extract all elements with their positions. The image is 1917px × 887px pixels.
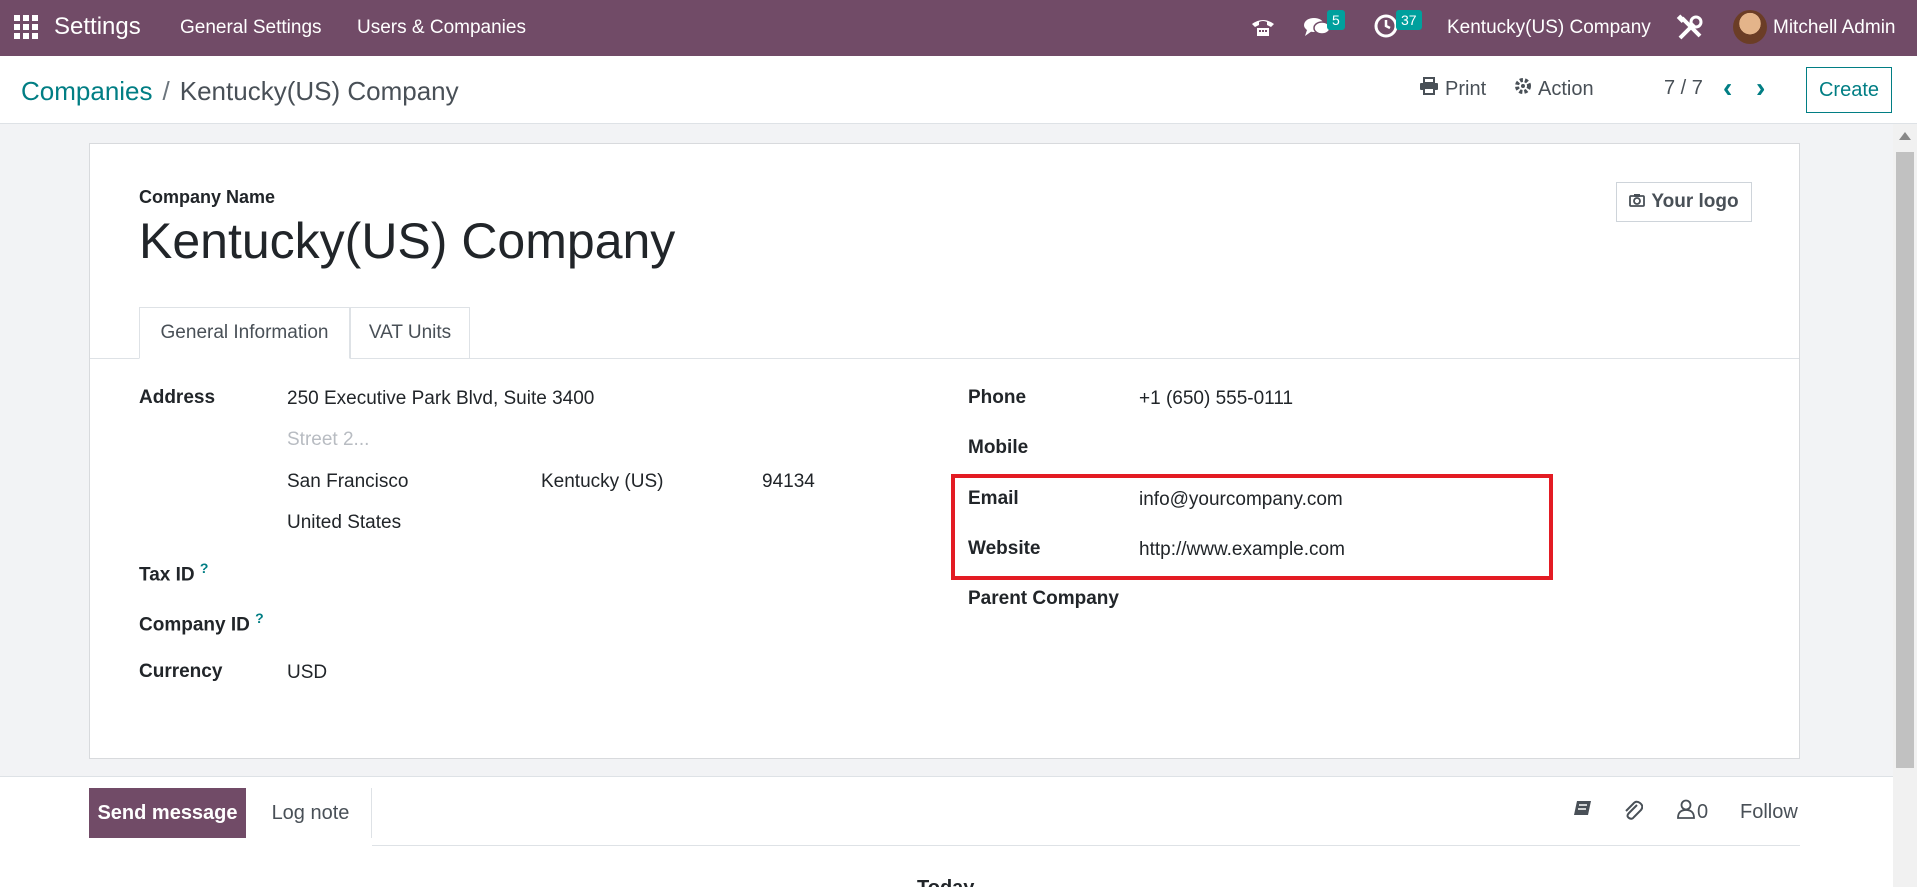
breadcrumb-current: Kentucky(US) Company	[179, 76, 459, 106]
print-label: Print	[1445, 77, 1487, 100]
tab-general-information[interactable]: General Information	[139, 307, 350, 359]
currency-field[interactable]: USD	[287, 662, 327, 684]
follow-button[interactable]: Follow	[1740, 801, 1798, 824]
phone-label: Phone	[968, 387, 1027, 408]
scroll-thumb[interactable]	[1896, 152, 1914, 768]
paperclip-icon[interactable]	[1623, 799, 1644, 827]
tools-icon[interactable]	[1676, 14, 1704, 47]
parent-company-label: Parent Company	[968, 588, 1119, 609]
parent-company-field[interactable]	[1139, 588, 1639, 612]
zip-field[interactable]: 94134	[762, 471, 815, 493]
company-name-field[interactable]: Kentucky(US) Company	[139, 212, 675, 270]
print-icon	[1419, 77, 1439, 101]
phone-field[interactable]: +1 (650) 555-0111	[1139, 388, 1293, 410]
camera-icon	[1629, 191, 1646, 213]
activities-badge: 37	[1396, 10, 1422, 30]
app-title[interactable]: Settings	[54, 13, 141, 41]
gear-icon	[1514, 77, 1532, 101]
company-name-label: Company Name	[139, 187, 276, 207]
phone-icon[interactable]	[1250, 16, 1276, 43]
company-switcher[interactable]: Kentucky(US) Company	[1447, 17, 1651, 39]
messages-badge: 5	[1327, 10, 1345, 30]
menu-users-companies[interactable]: Users & Companies	[357, 17, 526, 39]
mobile-label: Mobile	[968, 437, 1029, 458]
city-field[interactable]: San Francisco	[287, 471, 408, 493]
currency-label: Currency	[139, 661, 223, 682]
user-avatar[interactable]	[1733, 10, 1767, 44]
mobile-field[interactable]	[1139, 437, 1639, 461]
breadcrumb: Companies / Kentucky(US) Company	[21, 76, 459, 107]
address-label: Address	[139, 387, 216, 408]
street-field[interactable]: 250 Executive Park Blvd, Suite 3400	[287, 388, 594, 410]
scrollbar[interactable]	[1893, 124, 1917, 887]
top-navbar: Settings General Settings Users & Compan…	[0, 0, 1917, 56]
breadcrumb-companies[interactable]: Companies	[21, 76, 153, 106]
breadcrumb-separator: /	[162, 76, 170, 106]
control-panel: Companies / Kentucky(US) Company Print Act…	[0, 56, 1917, 124]
state-field[interactable]: Kentucky (US)	[541, 471, 663, 493]
action-label: Action	[1538, 77, 1594, 100]
print-button[interactable]: Print	[1419, 77, 1486, 101]
followers-count: 0	[1697, 800, 1709, 823]
street2-field[interactable]: Street 2...	[287, 429, 369, 451]
followers-button[interactable]: 0	[1677, 799, 1708, 825]
company-id-help-icon[interactable]: ?	[255, 610, 264, 626]
logo-upload-button[interactable]: Your logo	[1616, 182, 1752, 222]
tax-id-label-text: Tax ID	[139, 564, 195, 586]
send-message-button[interactable]: Send message	[89, 788, 246, 838]
country-field[interactable]: United States	[287, 512, 401, 534]
user-icon	[1677, 799, 1695, 825]
log-note-button[interactable]: Log note	[250, 788, 372, 838]
logo-upload-label: Your logo	[1651, 191, 1739, 212]
form-sheet: Company Name Kentucky(US) Company Your l…	[89, 143, 1800, 759]
tax-id-label: Tax ID ?	[139, 560, 208, 586]
create-button[interactable]: Create	[1806, 67, 1892, 113]
tab-vat-units[interactable]: VAT Units	[350, 307, 470, 359]
activities-clock-icon[interactable]	[1374, 14, 1398, 43]
company-id-label: Company ID ?	[139, 610, 264, 636]
activity-book-icon[interactable]	[1573, 799, 1593, 823]
pager-next-icon[interactable]: ›	[1756, 72, 1765, 104]
email-website-highlight	[951, 474, 1553, 580]
action-button[interactable]: Action	[1514, 77, 1594, 101]
pager-previous-icon[interactable]: ‹	[1723, 72, 1732, 104]
chatter-divider	[372, 845, 1800, 846]
menu-general-settings[interactable]: General Settings	[180, 17, 322, 39]
user-menu[interactable]: Mitchell Admin	[1773, 17, 1896, 39]
apps-menu-icon[interactable]	[14, 15, 38, 39]
today-separator: Today	[917, 877, 974, 887]
chatter: Send message Log note 0 Follow Today	[0, 776, 1893, 887]
pager-value[interactable]: 7 / 7	[1664, 77, 1703, 100]
scroll-up-icon[interactable]	[1899, 132, 1911, 140]
company-id-label-text: Company ID	[139, 614, 250, 636]
tax-id-help-icon[interactable]: ?	[200, 560, 209, 576]
